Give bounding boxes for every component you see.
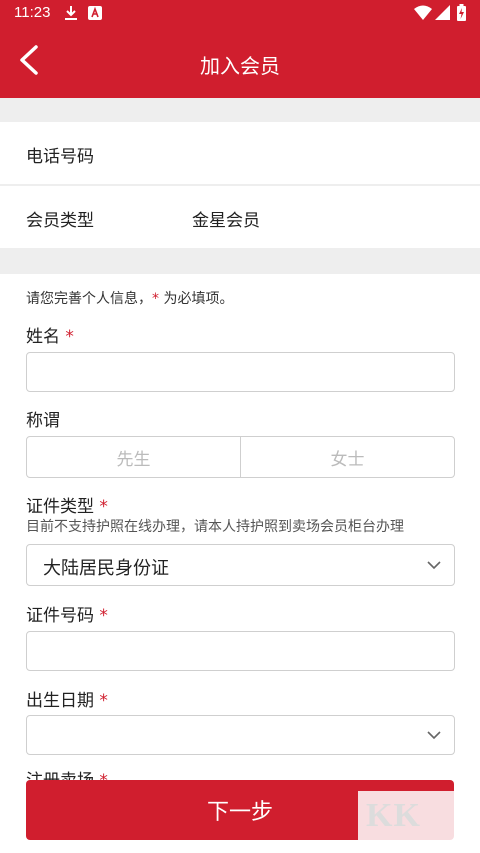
row-divider [0, 184, 480, 186]
id-number-label-text: 证件号码 [26, 606, 94, 626]
title-label: 称谓 [26, 411, 60, 431]
required-mark: * [99, 606, 108, 626]
id-type-select[interactable]: 大陆居民身份证 [26, 544, 455, 586]
watermark-logo: KK [358, 791, 480, 853]
member-type-row: 会员类型 金星会员 [0, 187, 480, 247]
name-field[interactable] [26, 352, 455, 392]
chevron-down-icon [426, 557, 442, 577]
status-bar: 11:23 [0, 0, 480, 26]
member-type-value: 金星会员 [192, 211, 260, 231]
birth-label: 出生日期 * [26, 686, 108, 711]
id-number-label: 证件号码 * [26, 601, 108, 626]
title-option-ms[interactable]: 女士 [240, 437, 454, 477]
phone-row: 电话号码 [0, 123, 480, 183]
id-number-input[interactable] [27, 632, 454, 670]
id-type-label: 证件类型 * [26, 492, 108, 517]
status-time: 11:23 [14, 4, 51, 21]
id-type-value: 大陆居民身份证 [43, 558, 169, 579]
required-mark: * [152, 291, 159, 307]
note-text: 请您完善个人信息， [26, 291, 152, 307]
note-text-suffix: 为必填项。 [159, 291, 234, 307]
name-input[interactable] [27, 353, 454, 391]
title-selector: 先生 女士 [26, 436, 455, 478]
id-type-hint: 目前不支持护照在线办理，请本人持护照到卖场会员柜台办理 [26, 519, 404, 535]
required-mark: * [99, 691, 108, 711]
chevron-down-icon [426, 727, 442, 747]
id-type-label-text: 证件类型 [26, 497, 94, 517]
member-type-label: 会员类型 [26, 211, 94, 231]
name-label-text: 姓名 [26, 327, 60, 347]
page-title: 加入会员 [200, 54, 280, 78]
id-number-field[interactable] [26, 631, 455, 671]
wifi-icon [414, 5, 432, 24]
birth-date-select[interactable] [26, 715, 455, 755]
title-option-mr[interactable]: 先生 [27, 437, 240, 477]
section-divider [0, 98, 480, 122]
phone-label: 电话号码 [26, 147, 94, 167]
section-divider [0, 248, 480, 274]
required-mark: * [65, 327, 74, 347]
signal-icon [435, 5, 450, 24]
birth-label-text: 出生日期 [26, 691, 94, 711]
a-square-icon [88, 5, 102, 24]
required-mark: * [99, 497, 108, 517]
battery-charging-icon [457, 4, 466, 25]
app-bar: 加入会员 [0, 26, 480, 98]
form-note: 请您完善个人信息，* 为必填项。 [26, 288, 233, 308]
name-label: 姓名 * [26, 322, 74, 347]
download-icon [64, 5, 78, 25]
